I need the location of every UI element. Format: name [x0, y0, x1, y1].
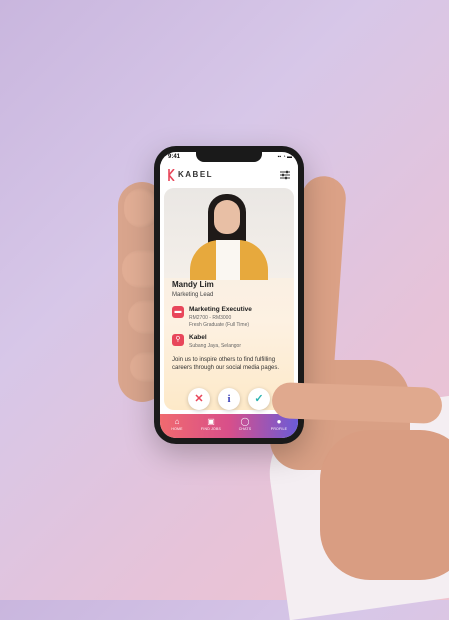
briefcase-icon: ▬: [172, 306, 184, 318]
nav-label: CHATS: [238, 427, 252, 431]
bottom-nav: ⌂ HOME ▣ FIND JOBS ◯ CHATS ● PROFILE: [160, 414, 298, 438]
profile-name: Mandy Lim: [172, 280, 214, 289]
profile-role: Marketing Lead: [172, 292, 214, 298]
job-type: Fresh Graduate (Full Time): [189, 322, 250, 328]
job-title: Marketing Executive: [189, 306, 252, 313]
info-button[interactable]: i: [218, 388, 240, 410]
kabel-logo-icon: [168, 169, 175, 181]
status-time: 9:41: [168, 154, 181, 160]
find-jobs-icon: ▣: [207, 417, 215, 426]
photo-face: [214, 200, 240, 234]
photo-top: [216, 240, 240, 280]
nav-find-jobs[interactable]: ▣ FIND JOBS: [194, 416, 228, 431]
nav-label: HOME: [171, 427, 183, 431]
job-salary: RM2700 - RM3000: [189, 315, 232, 321]
home-icon: ⌂: [174, 417, 180, 426]
app-header: KABEL: [160, 164, 298, 186]
chat-icon: ◯: [240, 417, 250, 426]
nav-label: PROFILE: [270, 427, 288, 431]
nav-chats[interactable]: ◯ CHATS: [228, 416, 262, 431]
company-location: Subang Jaya, Selangor: [189, 343, 241, 349]
accept-button[interactable]: ✓: [248, 388, 270, 410]
nav-home[interactable]: ⌂ HOME: [160, 416, 194, 431]
reject-button[interactable]: ✕: [188, 388, 210, 410]
filter-sliders-icon[interactable]: [280, 170, 290, 180]
profile-card[interactable]: Mandy Lim Marketing Lead ▬ Marketing Exe…: [164, 188, 294, 410]
photo-scene: 9:41 ▪▪ ◔ ▬ KABEL Mandy Lim Marketing Le…: [0, 0, 449, 620]
profile-description: Join us to inspire others to find fulfil…: [172, 357, 280, 371]
nav-label: FIND JOBS: [200, 427, 222, 431]
profile-photo: [164, 188, 294, 280]
location-pin-icon: ⚲: [172, 334, 184, 346]
fist: [320, 430, 449, 580]
company-name: Kabel: [189, 334, 207, 341]
app-logo-text: KABEL: [178, 170, 214, 179]
status-icons: ▪▪ ◔ ▬: [277, 154, 292, 160]
phone-notch: [196, 152, 262, 162]
pointing-finger: [271, 382, 443, 424]
